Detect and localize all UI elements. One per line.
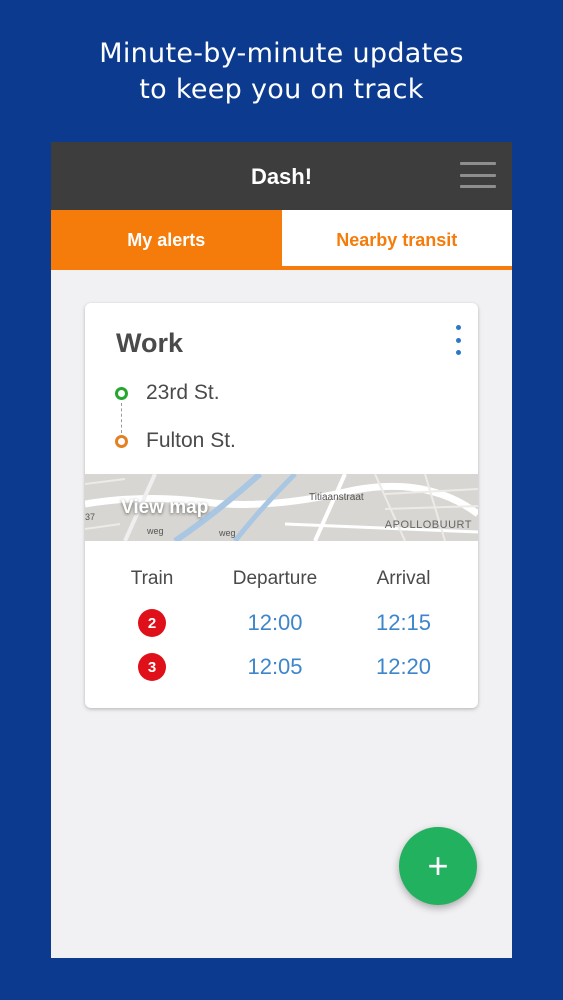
- arrival-time: 12:15: [375, 610, 432, 635]
- departure-time: 12:00: [247, 610, 303, 635]
- header-departure: Departure: [232, 568, 318, 589]
- tab-nearby-transit[interactable]: Nearby transit: [281, 210, 512, 270]
- promo-headline-line-2: to keep you on track: [139, 74, 424, 105]
- map-district-label: APOLLOBUURT: [384, 519, 472, 531]
- app-title: Dash!: [250, 164, 313, 189]
- destination-marker-icon: [115, 435, 128, 448]
- map-street-label: Titiaanstraat: [309, 492, 364, 503]
- table-row: 2 12:00 12:15: [85, 606, 478, 640]
- map-label-fragment: 37: [85, 512, 96, 522]
- view-map-link[interactable]: View map: [121, 497, 208, 519]
- origin-marker-icon: [115, 387, 128, 400]
- header-arrival: Arrival: [376, 568, 431, 589]
- train-line-badge: 2: [138, 609, 166, 637]
- destination-stop: Fulton St.: [146, 429, 236, 452]
- origin-stop: 23rd St.: [146, 381, 220, 404]
- plus-icon: +: [427, 845, 449, 886]
- hamburger-menu-icon[interactable]: [460, 160, 496, 190]
- map-preview[interactable]: 37 weg weg Titiaanstraat APOLLOBUURT Vie…: [85, 474, 478, 541]
- table-row: 3 12:05 12:20: [85, 650, 478, 684]
- app-screen: Dash! My alerts Nearby transit Work 23rd…: [51, 142, 512, 958]
- schedule-header-row: Train Departure Arrival: [85, 568, 478, 590]
- alert-card-work[interactable]: Work 23rd St. Fulton St. 37 weg weg Titi…: [85, 303, 478, 708]
- tab-bar: My alerts Nearby transit: [51, 210, 512, 270]
- map-label-fragment: weg: [147, 526, 164, 536]
- add-alert-button[interactable]: +: [399, 827, 477, 905]
- departure-time: 12:05: [247, 654, 303, 679]
- alert-title: Work: [116, 328, 184, 358]
- promo-headline: Minute-by-minute updates to keep you on …: [0, 36, 563, 108]
- route-connector: [121, 403, 122, 433]
- tab-my-alerts[interactable]: My alerts: [51, 210, 282, 270]
- train-line-badge: 3: [138, 653, 166, 681]
- app-bar: Dash!: [51, 142, 512, 210]
- map-label-fragment: weg: [219, 528, 236, 538]
- promo-headline-line-1: Minute-by-minute updates: [99, 38, 464, 69]
- header-train: Train: [130, 568, 174, 589]
- more-vertical-icon[interactable]: [454, 325, 462, 355]
- arrival-time: 12:20: [375, 654, 432, 679]
